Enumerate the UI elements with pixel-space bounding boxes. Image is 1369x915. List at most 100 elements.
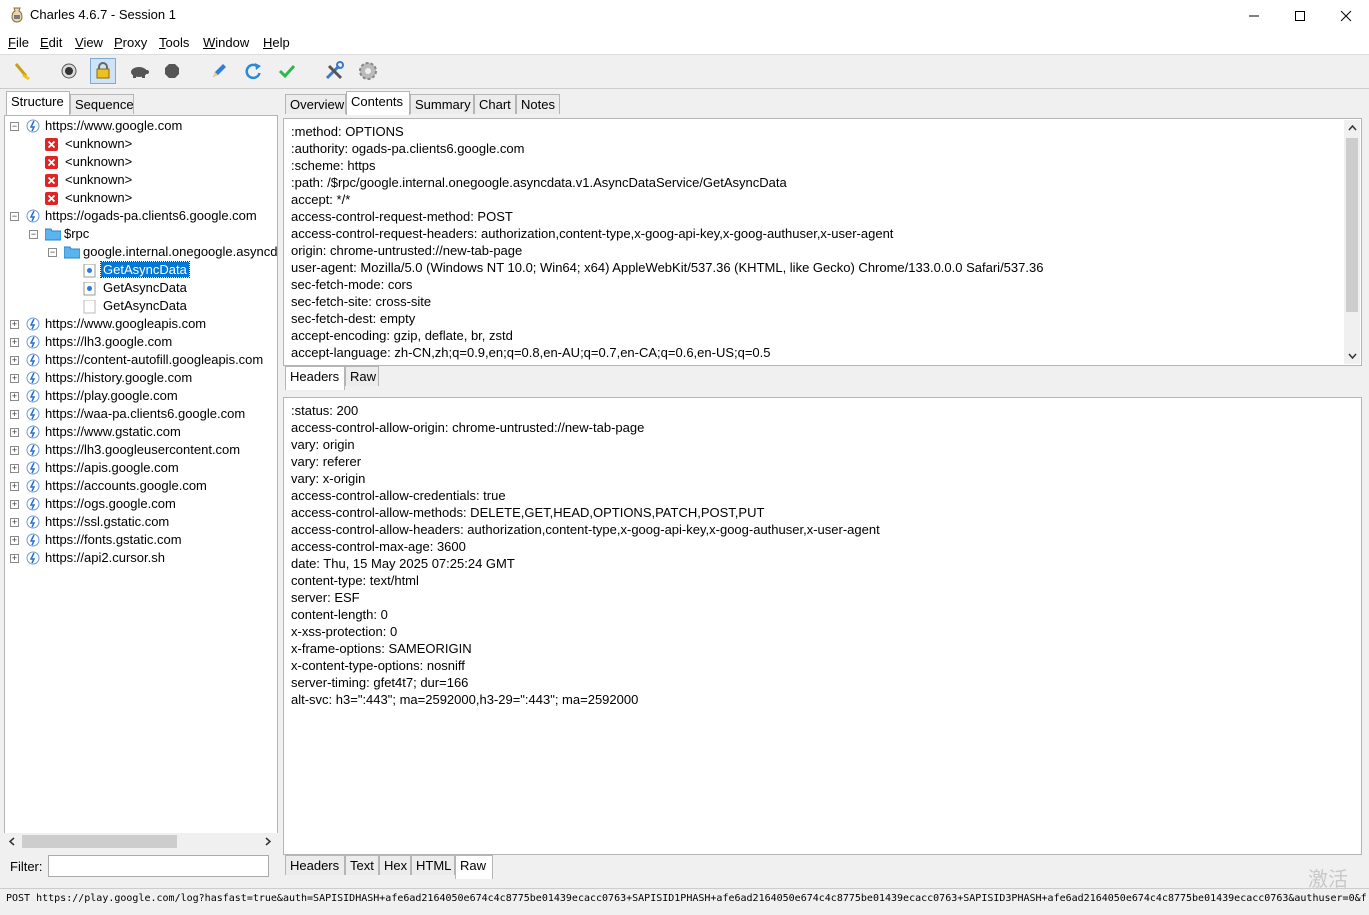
menu-window[interactable]: Window [203,35,249,50]
expand-toggle[interactable]: + [10,446,19,455]
expand-toggle[interactable]: + [10,554,19,563]
tree-node-host[interactable]: + https://lh3.googleusercontent.com [5,442,277,460]
tab-response-hex[interactable]: Hex [379,855,411,875]
tree-node-unknown[interactable]: <unknown> [5,190,277,208]
tree-node-unknown[interactable]: <unknown> [5,154,277,172]
tree-node-unknown[interactable]: <unknown> [5,136,277,154]
filter-input[interactable] [48,855,269,877]
expand-toggle[interactable]: + [10,500,19,509]
request-doc-icon [83,264,96,278]
tree-node-folder[interactable]: − $rpc [5,226,277,244]
response-line: x-xss-protection: 0 [291,624,398,639]
menu-view[interactable]: View [75,35,103,50]
tree-node-host[interactable]: + https://waa-pa.clients6.google.com [5,406,277,424]
tree-node-host[interactable]: − https://ogads-pa.clients6.google.com [5,208,277,226]
lightning-globe-icon [26,119,40,133]
maximize-icon [1295,10,1305,21]
scroll-thumb[interactable] [1346,138,1358,312]
settings-button[interactable] [355,58,381,84]
record-button[interactable] [56,58,82,84]
tree-node-host[interactable]: + https://fonts.gstatic.com [5,532,277,550]
tree-node-folder[interactable]: − google.internal.onegoogle.asyncdata.v1… [5,244,277,262]
expand-toggle[interactable]: + [10,356,19,365]
tab-response-raw[interactable]: Raw [455,855,493,879]
broom-icon [14,63,30,80]
maximize-button[interactable] [1277,0,1323,31]
validate-button[interactable] [274,58,300,84]
expand-toggle[interactable]: + [10,518,19,527]
tree-horizontal-scrollbar[interactable] [4,833,278,850]
tab-response-headers[interactable]: Headers [285,855,345,875]
minimize-icon [1249,15,1259,16]
compose-button[interactable] [206,58,232,84]
tab-request-raw[interactable]: Raw [345,366,379,386]
tab-request-headers[interactable]: Headers [285,366,345,390]
collapse-toggle[interactable]: − [10,122,19,131]
tree-node-request-selected[interactable]: GetAsyncData [5,261,277,280]
throttle-button[interactable] [126,58,152,84]
ssl-proxying-button[interactable] [90,58,116,84]
expand-toggle[interactable]: + [10,392,19,401]
tree-node-request[interactable]: GetAsyncData [5,280,277,298]
tree-node-host[interactable]: + https://www.googleapis.com [5,316,277,334]
menu-file[interactable]: File [8,35,29,50]
tab-contents[interactable]: Contents [346,91,410,115]
expand-toggle[interactable]: + [10,536,19,545]
lightning-globe-icon [26,353,40,367]
request-line: access-control-request-headers: authoriz… [291,226,894,241]
tree-node-host[interactable]: + https://history.google.com [5,370,277,388]
expand-toggle[interactable]: + [10,374,19,383]
tree-node-host[interactable]: + https://api2.cursor.sh [5,550,277,568]
tab-notes[interactable]: Notes [516,94,560,114]
menu-proxy[interactable]: Proxy [114,35,147,50]
response-headers-view[interactable]: :status: 200 access-control-allow-origin… [283,397,1362,855]
tab-response-html[interactable]: HTML [411,855,455,875]
expand-toggle[interactable]: + [10,410,19,419]
tree-node-host[interactable]: + https://apis.google.com [5,460,277,478]
request-line: accept: */* [291,192,351,207]
tree-node-host[interactable]: + https://ssl.gstatic.com [5,514,277,532]
request-headers-view[interactable]: :method: OPTIONS :authority: ogads-pa.cl… [283,118,1362,366]
tab-overview[interactable]: Overview [285,94,346,114]
repeat-button[interactable] [240,58,266,84]
collapse-toggle[interactable]: − [29,230,38,239]
tree-node-unknown[interactable]: <unknown> [5,172,277,190]
compose-pen-icon [213,64,226,77]
breakpoints-button[interactable] [159,58,185,84]
tree-node-host[interactable]: + https://www.gstatic.com [5,424,277,442]
menu-bar: File Edit View Proxy Tools Window Help [0,31,1369,55]
menu-tools[interactable]: Tools [159,35,189,50]
scroll-thumb[interactable] [22,835,177,848]
expand-toggle[interactable]: + [10,320,19,329]
tree-node-host[interactable]: + https://accounts.google.com [5,478,277,496]
menu-help[interactable]: Help [263,35,290,50]
tools-button[interactable] [321,58,347,84]
request-line: :scheme: https [291,158,376,173]
expand-toggle[interactable]: + [10,428,19,437]
tree-node-request[interactable]: GetAsyncData [5,298,277,316]
collapse-toggle[interactable]: − [48,248,57,257]
tree-node-host[interactable]: + https://play.google.com [5,388,277,406]
lightning-globe-icon [26,209,40,223]
expand-toggle[interactable]: + [10,464,19,473]
minimize-button[interactable] [1231,0,1277,31]
expand-toggle[interactable]: + [10,482,19,491]
tab-response-text[interactable]: Text [345,855,379,875]
tab-structure[interactable]: Structure [6,91,70,115]
collapse-toggle[interactable]: − [10,212,19,221]
charles-jug-icon [11,7,23,23]
tab-sequence[interactable]: Sequence [70,94,134,114]
close-button[interactable] [1323,0,1369,31]
tree-node-host[interactable]: − https://www.google.com [5,118,277,136]
expand-toggle[interactable]: + [10,338,19,347]
tree-node-host[interactable]: + https://content-autofill.googleapis.com [5,352,277,370]
tab-summary[interactable]: Summary [410,94,474,114]
clear-session-button[interactable] [10,58,36,84]
tab-chart[interactable]: Chart [474,94,516,114]
menu-edit[interactable]: Edit [40,35,62,50]
request-vertical-scrollbar[interactable] [1344,120,1360,364]
tree-node-host[interactable]: + https://lh3.google.com [5,334,277,352]
ssl-lock-icon [96,62,110,79]
lightning-globe-icon [26,479,40,493]
tree-node-host[interactable]: + https://ogs.google.com [5,496,277,514]
